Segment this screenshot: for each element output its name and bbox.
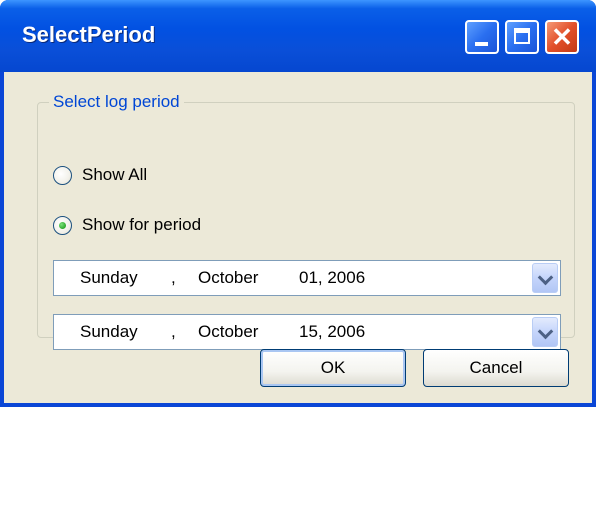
minimize-icon bbox=[475, 42, 488, 46]
date-from-value[interactable]: Sunday , October 01, 2006 bbox=[54, 261, 365, 295]
close-icon: ✕ bbox=[551, 22, 573, 52]
dialog-body: Select log period Show All Show for peri… bbox=[4, 72, 592, 403]
date-from-separator: , bbox=[171, 268, 176, 287]
select-period-window: SelectPeriod ✕ Select log period Show Al… bbox=[0, 0, 596, 407]
chevron-down-icon bbox=[537, 269, 554, 286]
date-to-day-year[interactable]: 15, 2006 bbox=[299, 315, 365, 349]
minimize-button[interactable] bbox=[465, 20, 499, 54]
date-from-day[interactable]: Sunday bbox=[80, 261, 138, 295]
date-to-dropdown-button[interactable] bbox=[532, 317, 558, 347]
group-legend: Select log period bbox=[49, 92, 184, 112]
date-to-day[interactable]: Sunday bbox=[80, 315, 138, 349]
maximize-icon bbox=[514, 28, 530, 44]
date-to-month[interactable]: October bbox=[198, 315, 258, 349]
chevron-down-icon bbox=[537, 323, 554, 340]
date-to-picker[interactable]: Sunday , October 15, 2006 bbox=[53, 314, 561, 350]
date-from-dropdown-button[interactable] bbox=[532, 263, 558, 293]
radio-show-for-period-label: Show for period bbox=[82, 215, 202, 234]
radio-show-all-label: Show All bbox=[82, 165, 148, 184]
date-from-day-year[interactable]: 01, 2006 bbox=[299, 261, 365, 295]
date-to-separator: , bbox=[171, 322, 176, 341]
ok-button[interactable]: OK bbox=[260, 349, 406, 387]
window-title: SelectPeriod bbox=[22, 22, 156, 47]
radio-show-all[interactable]: Show All bbox=[53, 163, 147, 187]
radio-show-for-period-button[interactable] bbox=[53, 215, 72, 235]
date-from-month[interactable]: October bbox=[198, 261, 258, 295]
close-button[interactable]: ✕ bbox=[545, 20, 579, 54]
radio-show-for-period[interactable]: Show for period bbox=[53, 213, 201, 237]
date-to-value[interactable]: Sunday , October 15, 2006 bbox=[54, 315, 365, 349]
title-bar[interactable]: SelectPeriod ✕ bbox=[0, 0, 596, 72]
radio-show-all-button[interactable] bbox=[53, 165, 72, 185]
log-period-group: Select log period Show All Show for peri… bbox=[37, 92, 575, 350]
cancel-button[interactable]: Cancel bbox=[423, 349, 569, 387]
maximize-button[interactable] bbox=[505, 20, 539, 54]
date-from-picker[interactable]: Sunday , October 01, 2006 bbox=[53, 260, 561, 296]
